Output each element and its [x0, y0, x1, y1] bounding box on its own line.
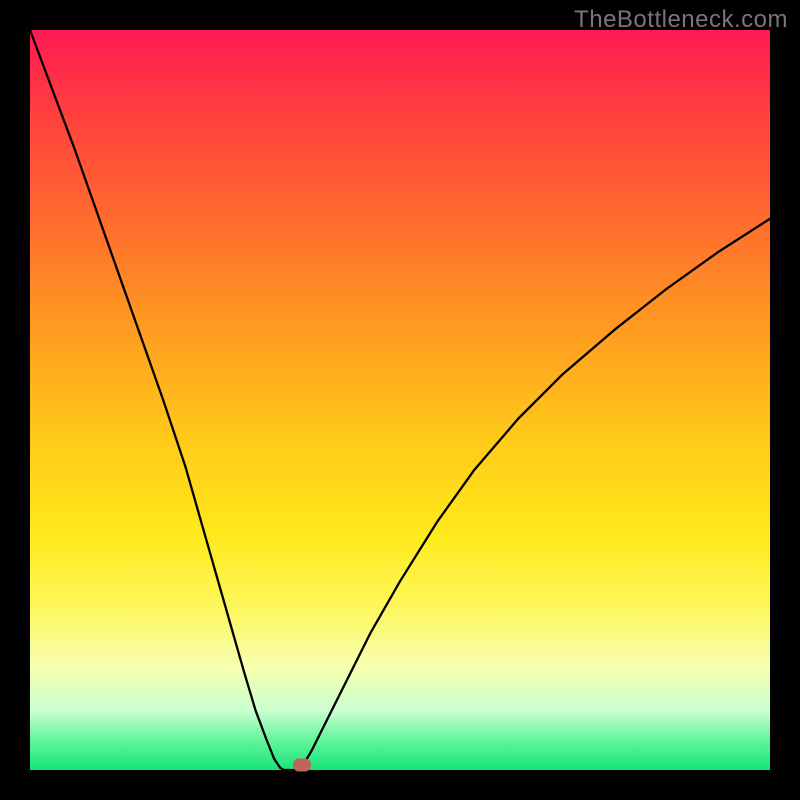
plot-area — [30, 30, 770, 770]
curve-svg — [30, 30, 770, 770]
vertex-marker — [293, 758, 311, 771]
curve-left — [30, 30, 284, 770]
watermark-text: TheBottleneck.com — [574, 6, 788, 34]
curve-right — [300, 219, 770, 770]
chart-frame: TheBottleneck.com — [0, 0, 800, 800]
